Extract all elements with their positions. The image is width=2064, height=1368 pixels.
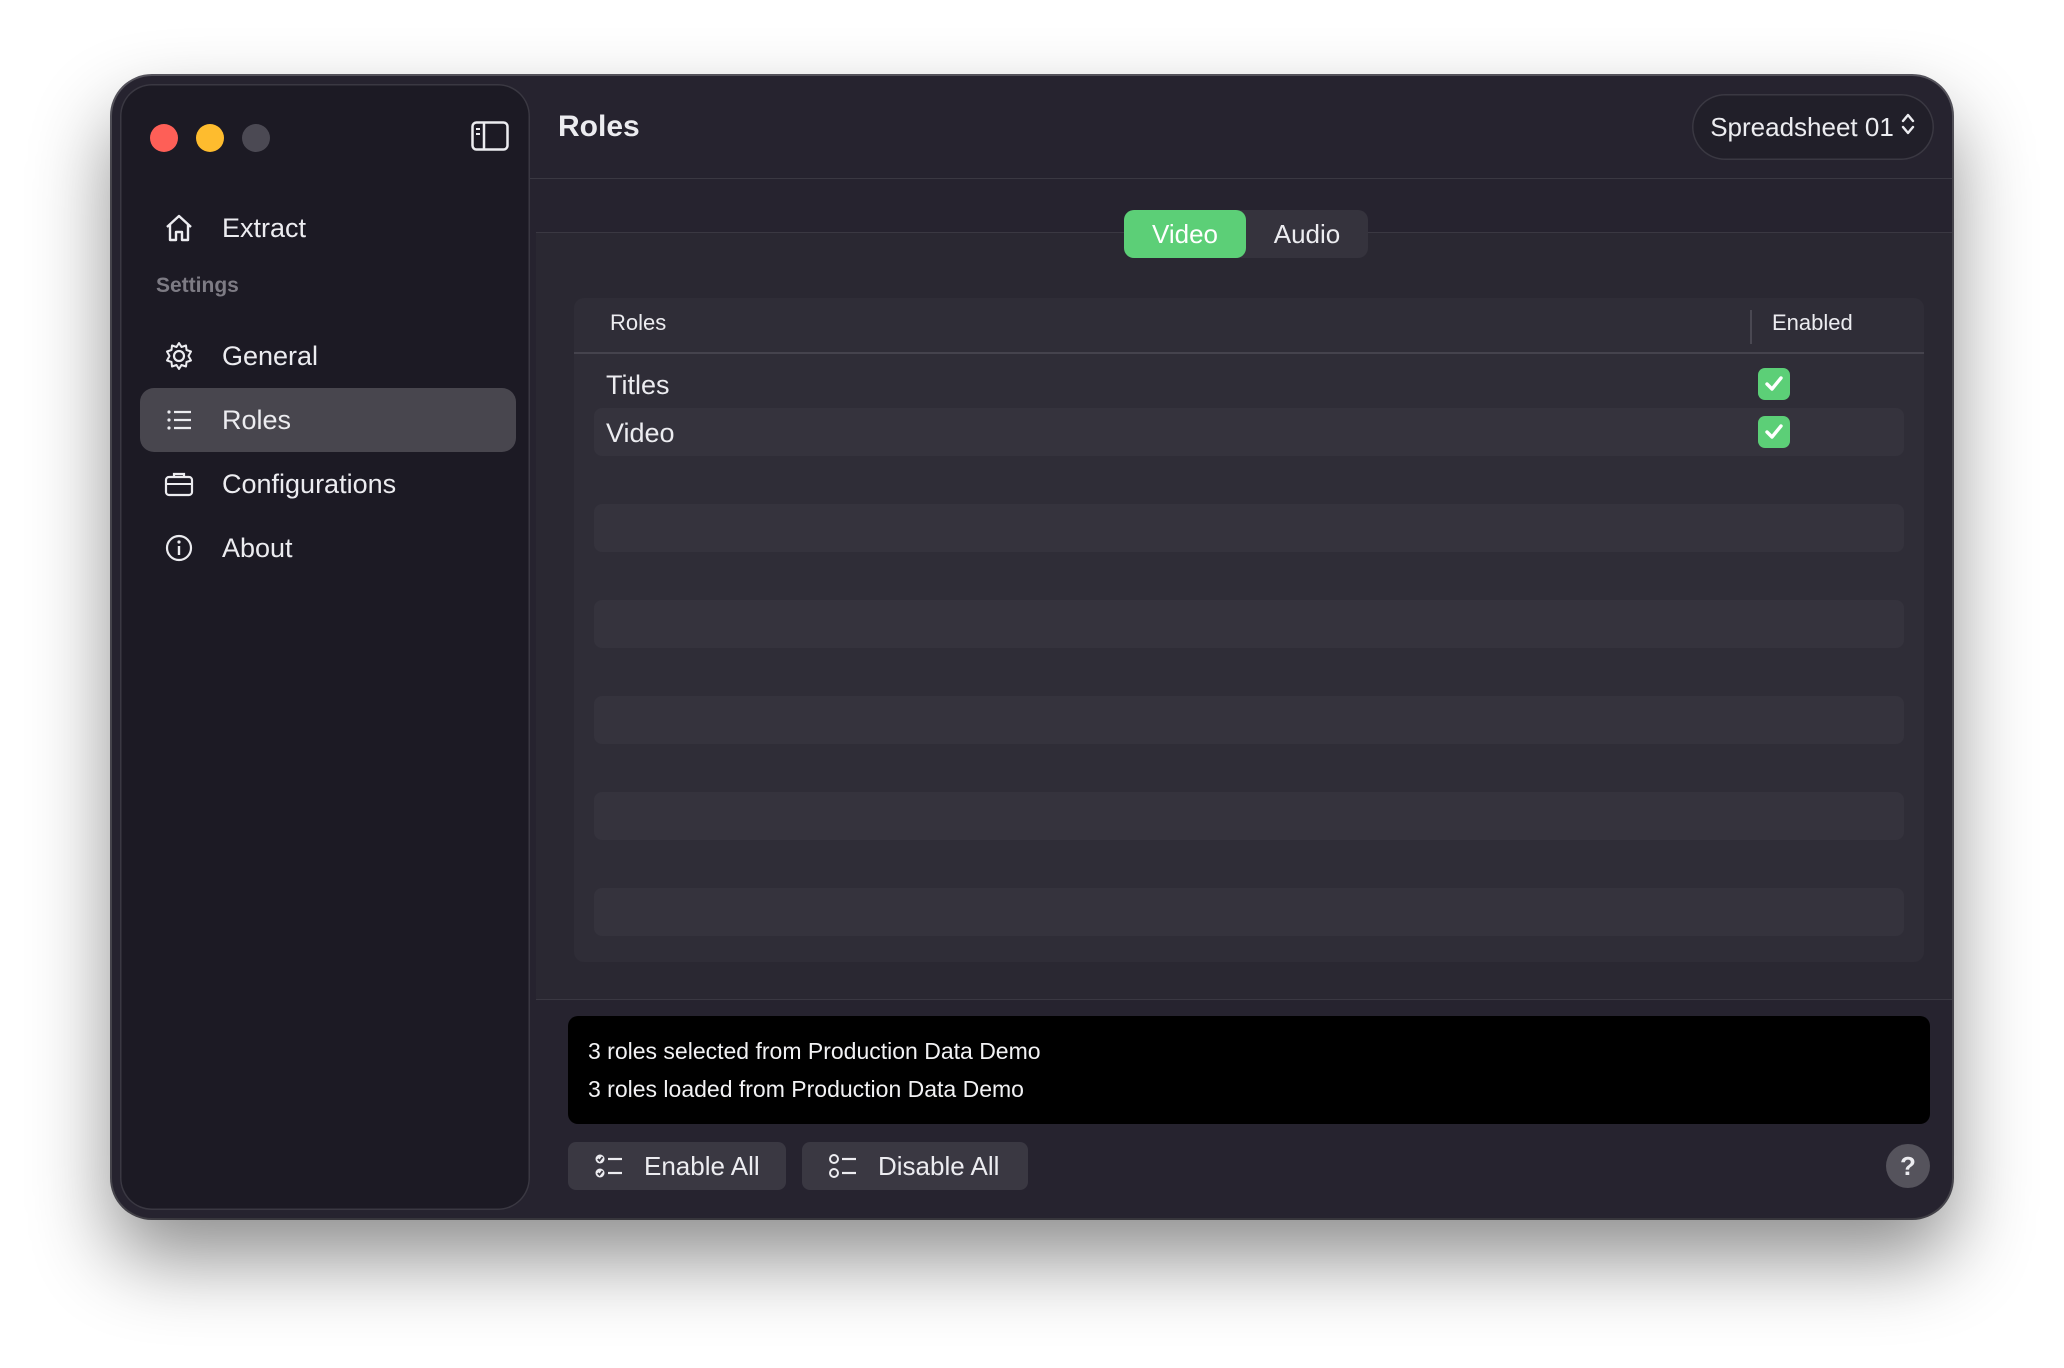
zoom-window-button[interactable] (242, 124, 270, 152)
sidebar: Extract Settings General Roles Configura… (120, 84, 530, 1210)
sidebar-section-label: Settings (156, 274, 239, 297)
minimize-window-button[interactable] (196, 124, 224, 152)
tab-audio[interactable]: Audio (1246, 210, 1368, 258)
role-name: Titles (606, 370, 670, 400)
table-row[interactable]: Titles (594, 360, 1904, 408)
empty-table-row (594, 504, 1904, 552)
disable-all-button[interactable]: Disable All (802, 1142, 1028, 1190)
sidebar-item-label: About (222, 532, 293, 563)
empty-table-row (594, 792, 1904, 840)
document-selector[interactable]: Spreadsheet 01 (1692, 94, 1934, 160)
sidebar-item-extract[interactable]: Extract (140, 196, 516, 260)
enable-all-button[interactable]: Enable All (568, 1142, 786, 1190)
unchecked-list-icon (828, 1152, 858, 1180)
sidebar-item-roles[interactable]: Roles (140, 388, 516, 452)
table-row[interactable]: Video (594, 408, 1904, 456)
role-name: Video (606, 418, 675, 448)
media-type-segmented-control: Video Audio (1124, 210, 1368, 258)
checklist-icon (594, 1152, 624, 1180)
column-divider[interactable] (1750, 310, 1752, 344)
title-bar: Roles Spreadsheet 01 (530, 76, 1952, 179)
sidebar-item-label: General (222, 340, 319, 371)
sidebar-item-general[interactable]: General (140, 324, 516, 388)
help-button[interactable]: ? (1886, 1144, 1930, 1188)
chevron-up-down-icon (1900, 111, 1916, 144)
enabled-checkbox[interactable] (1758, 416, 1790, 448)
sidebar-item-label: Extract (222, 212, 307, 243)
sidebar-toggle-icon[interactable] (470, 120, 510, 152)
disable-all-label: Disable All (878, 1150, 1000, 1181)
empty-table-row (594, 888, 1904, 936)
enabled-checkbox[interactable] (1758, 368, 1790, 400)
sidebar-item-label: Roles (222, 404, 292, 435)
sidebar-item-configurations[interactable]: Configurations (140, 452, 516, 516)
tab-video[interactable]: Video (1124, 210, 1246, 258)
log-output: 3 roles selected from Production Data De… (568, 1016, 1930, 1124)
gear-icon (162, 339, 196, 373)
header-divider (574, 352, 1924, 354)
info-circle-icon (162, 531, 196, 565)
app-window: Extract Settings General Roles Configura… (112, 76, 1952, 1218)
house-icon (162, 211, 196, 245)
page-title: Roles (558, 110, 640, 143)
list-icon (162, 403, 196, 437)
briefcase-icon (162, 467, 196, 501)
close-window-button[interactable] (150, 124, 178, 152)
column-header-roles[interactable]: Roles (610, 310, 666, 336)
sidebar-item-label: Configurations (222, 468, 397, 499)
log-line: 3 roles selected from Production Data De… (588, 1038, 1041, 1064)
empty-table-row (594, 696, 1904, 744)
sidebar-item-about[interactable]: About (140, 516, 516, 580)
empty-table-row (594, 600, 1904, 648)
roles-table: Roles Enabled Titles Video (574, 298, 1924, 962)
document-selector-value: Spreadsheet 01 (1710, 111, 1894, 142)
log-line: 3 roles loaded from Production Data Demo (588, 1076, 1024, 1102)
enable-all-label: Enable All (644, 1150, 760, 1181)
column-header-enabled[interactable]: Enabled (1772, 310, 1853, 336)
